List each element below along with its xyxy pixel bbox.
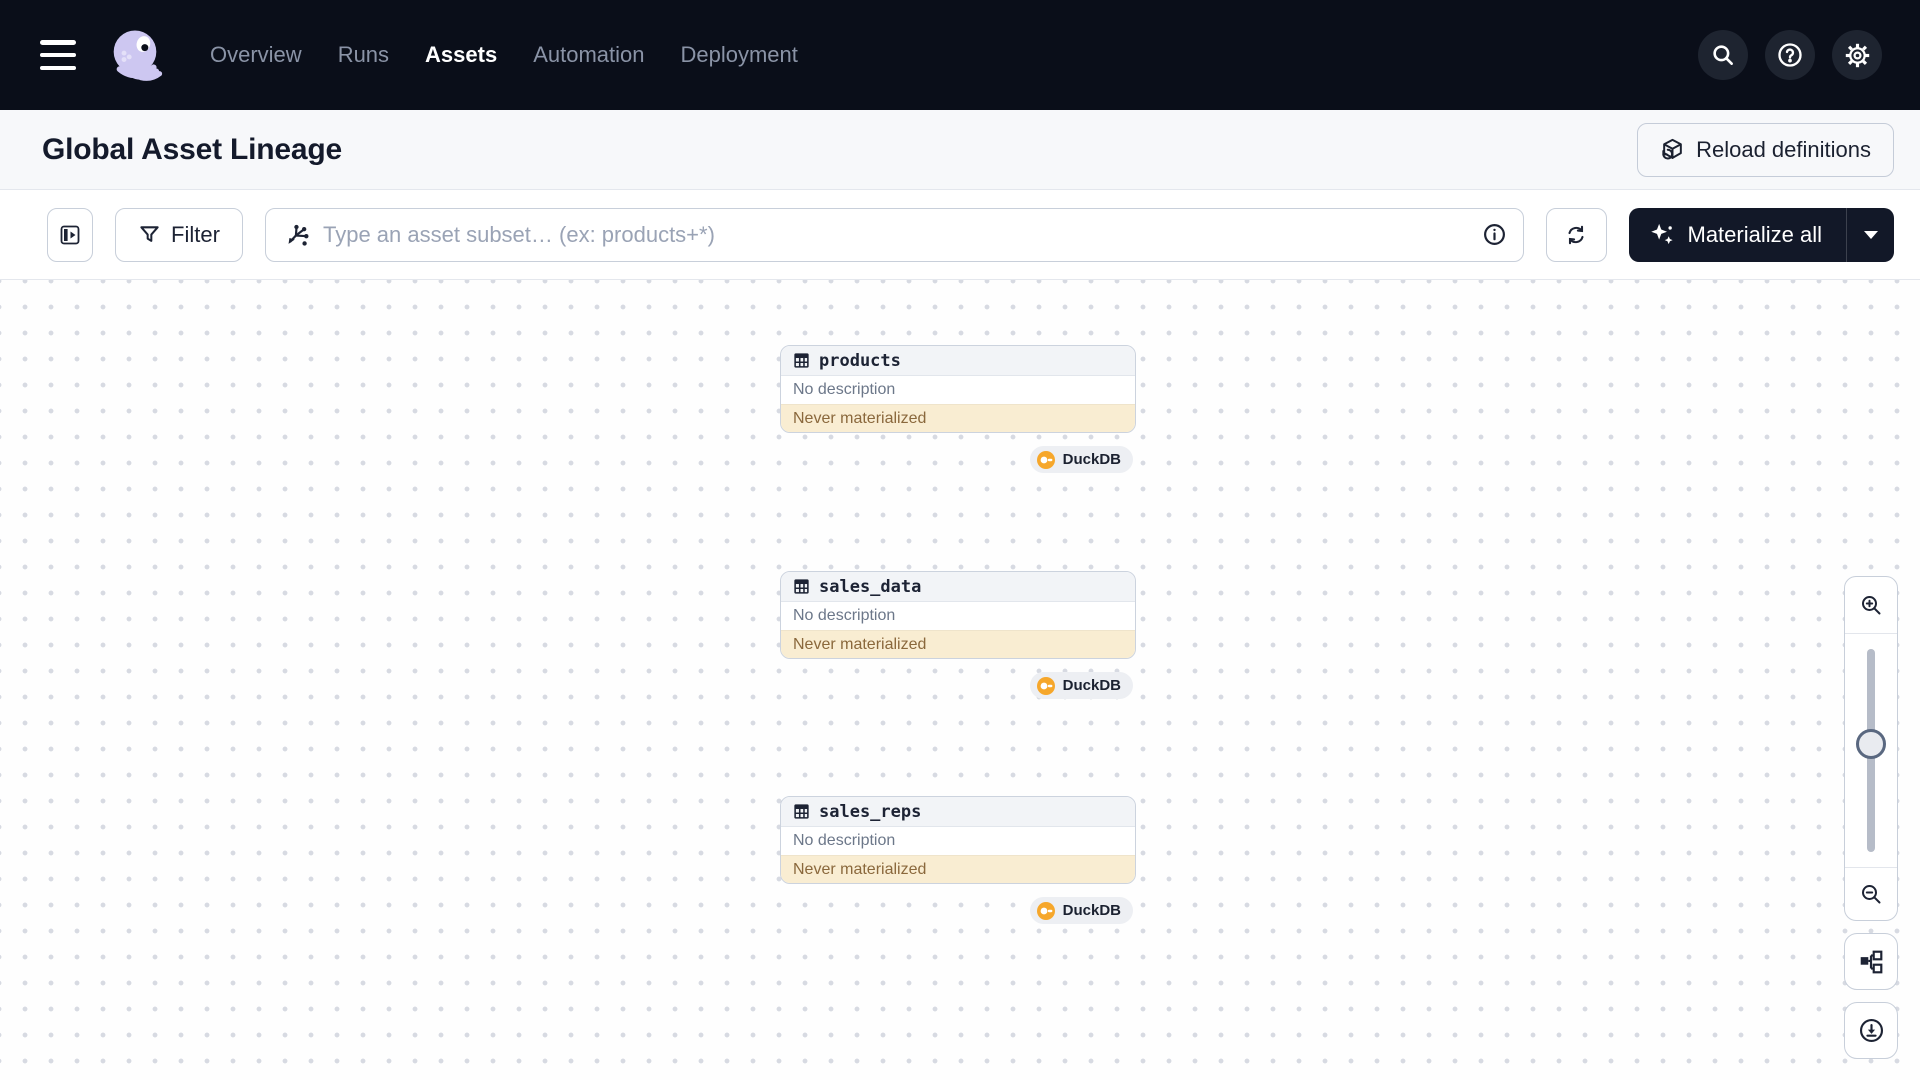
zoom-slider[interactable] — [1845, 634, 1897, 867]
expand-panel-icon — [58, 223, 82, 247]
asset-name: sales_reps — [819, 802, 921, 822]
asset-status-badge: Never materialized — [781, 405, 1135, 432]
filter-funnel-icon — [138, 223, 161, 246]
asset-node-header: sales_data — [781, 572, 1135, 602]
asset-group-sales-data: sales_data No description Never material… — [780, 571, 1136, 699]
kind-tag-duckdb[interactable]: DuckDB — [1030, 672, 1133, 699]
nav-item-automation[interactable]: Automation — [533, 42, 644, 68]
expand-side-panel-button[interactable] — [47, 208, 93, 262]
asset-node-sales-reps[interactable]: sales_reps No description Never material… — [780, 796, 1136, 884]
asset-node-sales-data[interactable]: sales_data No description Never material… — [780, 571, 1136, 659]
filter-label: Filter — [171, 222, 220, 248]
tree-layout-icon — [1858, 949, 1884, 975]
nav-item-overview[interactable]: Overview — [210, 42, 302, 68]
help-button[interactable] — [1765, 30, 1815, 80]
zoom-out-button[interactable] — [1845, 867, 1897, 920]
table-icon — [793, 803, 810, 820]
settings-icon — [1844, 42, 1871, 69]
nav-item-deployment[interactable]: Deployment — [681, 42, 798, 68]
info-icon[interactable] — [1482, 222, 1507, 247]
asset-group-products: products No description Never materializ… — [780, 345, 1136, 473]
asset-description: No description — [781, 376, 1135, 405]
asset-graph-icon — [284, 222, 310, 248]
page-title: Global Asset Lineage — [42, 133, 342, 167]
kind-tag-label: DuckDB — [1063, 451, 1121, 468]
nav-icon-group — [1698, 30, 1882, 80]
refresh-graph-button[interactable] — [1546, 208, 1607, 262]
lineage-toolbar: Filter — [0, 190, 1920, 280]
sync-icon — [1564, 223, 1588, 247]
zoom-in-icon — [1859, 593, 1883, 617]
asset-status-badge: Never materialized — [781, 631, 1135, 658]
reload-definitions-icon — [1660, 137, 1685, 162]
hamburger-menu-icon[interactable] — [40, 40, 76, 70]
search-icon — [1710, 42, 1736, 68]
download-icon — [1858, 1017, 1885, 1044]
materialize-all-split-button: Materialize all — [1629, 208, 1895, 262]
asset-subset-input-container — [265, 208, 1524, 262]
materialize-all-label: Materialize all — [1688, 222, 1823, 248]
nav-item-assets[interactable]: Assets — [425, 42, 497, 68]
zoom-control-panel — [1844, 576, 1898, 921]
table-icon — [793, 578, 810, 595]
reload-definitions-button[interactable]: Reload definitions — [1637, 123, 1894, 177]
top-nav-bar: Overview Runs Assets Automation Deployme… — [0, 0, 1920, 110]
download-image-button[interactable] — [1844, 1002, 1898, 1059]
asset-node-products[interactable]: products No description Never materializ… — [780, 345, 1136, 433]
lineage-canvas[interactable]: products No description Never materializ… — [0, 280, 1920, 1080]
asset-node-header: products — [781, 346, 1135, 376]
zoom-slider-handle[interactable] — [1856, 729, 1886, 759]
asset-node-header: sales_reps — [781, 797, 1135, 827]
asset-description: No description — [781, 827, 1135, 856]
asset-name: sales_data — [819, 577, 921, 597]
zoom-in-button[interactable] — [1845, 577, 1897, 634]
duckdb-icon — [1037, 451, 1055, 469]
zoom-out-icon — [1859, 882, 1883, 906]
primary-nav: Overview Runs Assets Automation Deployme… — [210, 42, 798, 68]
asset-group-sales-reps: sales_reps No description Never material… — [780, 796, 1136, 924]
kind-tag-duckdb[interactable]: DuckDB — [1030, 446, 1133, 473]
filter-button[interactable]: Filter — [115, 208, 243, 262]
sparkle-icon — [1649, 221, 1676, 248]
duckdb-icon — [1037, 677, 1055, 695]
dagster-logo[interactable] — [104, 24, 166, 86]
search-button[interactable] — [1698, 30, 1748, 80]
nav-item-runs[interactable]: Runs — [338, 42, 389, 68]
duckdb-icon — [1037, 902, 1055, 920]
kind-tag-duckdb[interactable]: DuckDB — [1030, 897, 1133, 924]
materialize-all-button[interactable]: Materialize all — [1629, 208, 1847, 262]
asset-name: products — [819, 351, 901, 371]
table-icon — [793, 352, 810, 369]
settings-button[interactable] — [1832, 30, 1882, 80]
materialize-options-dropdown[interactable] — [1847, 208, 1894, 262]
asset-status-badge: Never materialized — [781, 856, 1135, 883]
rearrange-layout-button[interactable] — [1844, 933, 1898, 990]
page-header: Global Asset Lineage Reload definitions — [0, 110, 1920, 190]
asset-subset-input[interactable] — [323, 222, 1469, 248]
kind-tag-label: DuckDB — [1063, 902, 1121, 919]
chevron-down-icon — [1864, 231, 1878, 239]
help-icon — [1776, 41, 1804, 69]
reload-definitions-label: Reload definitions — [1696, 137, 1871, 163]
kind-tag-label: DuckDB — [1063, 677, 1121, 694]
asset-description: No description — [781, 602, 1135, 631]
